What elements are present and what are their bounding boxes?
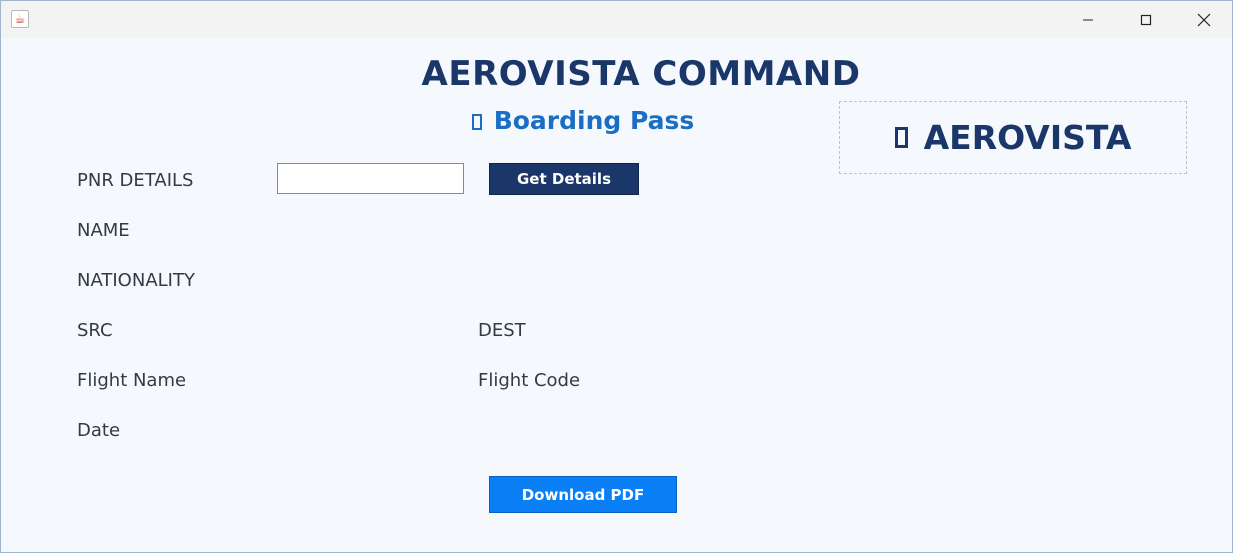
main-panel: AEROVISTA COMMAND Boarding Pass AEROVIST… <box>1 38 1232 552</box>
src-label: SRC <box>77 320 113 341</box>
name-label: NAME <box>77 220 130 241</box>
app-window: ☕ AEROVISTA COMMAND Boarding Pass AEROVI… <box>0 0 1233 553</box>
minimize-icon <box>1083 19 1093 20</box>
minimize-button[interactable] <box>1059 1 1117 38</box>
pnr-input[interactable] <box>277 163 464 194</box>
logo-panel: AEROVISTA <box>839 101 1187 174</box>
page-title: AEROVISTA COMMAND <box>421 54 861 94</box>
missing-glyph-icon <box>471 114 482 130</box>
maximize-button[interactable] <box>1117 1 1175 38</box>
pnr-label: PNR DETAILS <box>77 170 194 191</box>
date-label: Date <box>77 420 121 441</box>
maximize-icon <box>1140 14 1152 25</box>
flight-code-label: Flight Code <box>478 370 581 391</box>
java-cup-icon[interactable]: ☕ <box>11 10 29 28</box>
get-details-button[interactable]: Get Details <box>489 163 639 195</box>
dest-label: DEST <box>478 320 526 341</box>
logo-text: AEROVISTA <box>923 118 1132 157</box>
missing-glyph-icon <box>894 127 908 148</box>
title-bar[interactable]: ☕ <box>1 1 1232 38</box>
subtitle-text: Boarding Pass <box>493 106 695 135</box>
close-icon <box>1197 13 1211 26</box>
close-button[interactable] <box>1175 1 1233 38</box>
nationality-label: NATIONALITY <box>77 270 195 291</box>
download-pdf-button[interactable]: Download PDF <box>489 476 677 513</box>
flight-name-label: Flight Name <box>77 370 187 391</box>
